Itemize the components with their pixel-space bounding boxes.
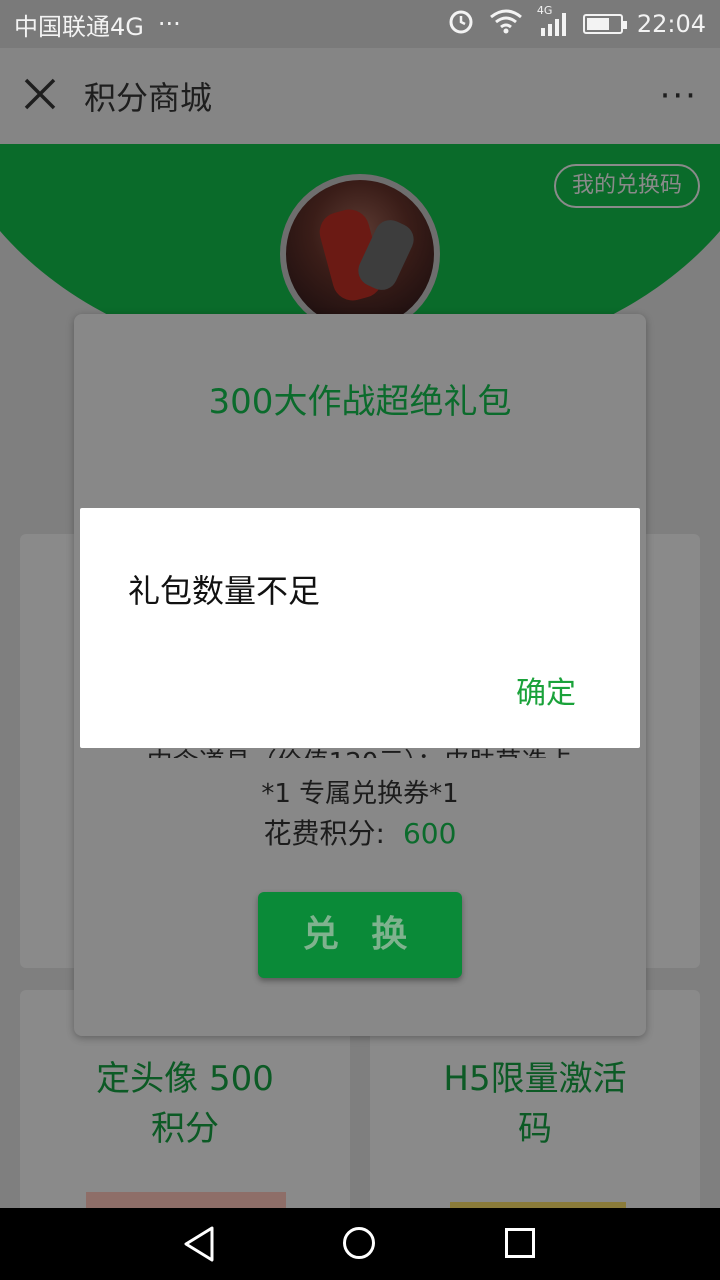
battery-level [586,18,610,30]
clock: 22:04 [636,10,706,38]
product-title: H5限量激活 码 [370,1054,700,1154]
back-icon[interactable] [180,1224,220,1268]
cost-value: 600 [402,817,457,850]
product-title-line: 码 [518,1109,552,1149]
alarm-icon [447,7,475,41]
close-icon[interactable] [22,76,58,116]
home-icon[interactable] [343,1227,375,1259]
wifi-icon [489,8,523,40]
product-title-line: 定头像 500 [96,1059,274,1099]
system-nav-bar [0,1208,720,1280]
gift-description-line: *1 专属兑换券*1 [261,779,459,809]
alert-dialog: 礼包数量不足 确定 [80,508,640,748]
avatar [280,174,440,334]
recent-apps-icon[interactable] [505,1228,535,1258]
alert-message: 礼包数量不足 [128,572,321,610]
product-title-line: 积分 [151,1109,219,1149]
notification-dots: ··· [157,10,181,38]
cost-row: 花费积分: 600 [74,812,646,852]
network-type-label: 4G [536,4,553,17]
product-title-line: H5限量激活 [443,1059,627,1099]
cost-label: 花费积分: [263,817,385,850]
status-bar: 中国联通4G ··· 4G 22:04 [0,0,720,48]
more-menu-button[interactable]: ··· [660,76,698,116]
product-title: 定头像 500 积分 [20,1054,350,1154]
confirm-button[interactable]: 确定 [516,668,576,712]
title-bar: 积分商城 ··· [0,48,720,144]
battery-icon [582,14,627,34]
redeem-button[interactable]: 兑 换 [258,892,462,978]
page-title: 积分商城 [84,79,213,117]
product-image [86,1192,286,1208]
my-codes-button[interactable]: 我的兑换码 [553,164,700,208]
carrier-label: 中国联通4G [14,12,144,41]
gift-description: 内含道具（价值120元）：皮肤草造卡 *1 专属兑换券*1 [74,748,646,818]
gift-title: 300大作战超绝礼包 [208,382,512,422]
cellular-signal-icon: 4G [537,4,569,38]
